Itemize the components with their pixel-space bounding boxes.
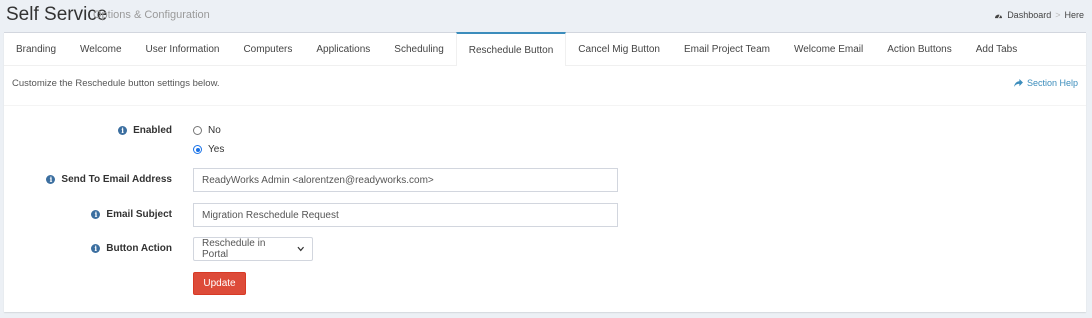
share-arrow-icon [1014, 79, 1023, 87]
chevron-down-icon [296, 246, 304, 252]
tab-branding[interactable]: Branding [4, 33, 68, 65]
update-button[interactable]: Update [193, 272, 246, 295]
info-icon: i [118, 126, 128, 135]
email-subject-input[interactable]: Migration Reschedule Request [193, 203, 618, 227]
section-help-label: Section Help [1026, 78, 1078, 88]
tab-welcome[interactable]: Welcome [68, 33, 134, 65]
info-icon: i [91, 244, 101, 253]
settings-panel: Branding Welcome User Information Comput… [4, 32, 1086, 312]
info-icon: i [46, 175, 56, 184]
breadcrumb: Dashboard > Here [994, 10, 1084, 20]
section-description: Customize the Reschedule button settings… [12, 78, 220, 89]
tab-user-information[interactable]: User Information [134, 33, 232, 65]
tab-welcome-email[interactable]: Welcome Email [782, 33, 875, 65]
send-to-label-row: i Send To Email Address [4, 174, 172, 185]
divider [4, 105, 1086, 106]
send-to-email-input[interactable]: ReadyWorks Admin <alorentzen@readyworks.… [193, 168, 618, 192]
page-header: Self Service Options & Configuration Das… [0, 0, 1092, 32]
tab-cancel-mig-button[interactable]: Cancel Mig Button [566, 33, 672, 65]
dashboard-icon [995, 13, 1003, 18]
breadcrumb-separator: > [1055, 10, 1061, 20]
button-action-label-row: i Button Action [4, 243, 172, 254]
tab-reschedule-button[interactable]: Reschedule Button [455, 32, 567, 66]
radio-yes-label: Yes [208, 144, 225, 155]
tab-bar: Branding Welcome User Information Comput… [4, 32, 1086, 66]
radio-no[interactable] [193, 126, 202, 135]
tab-scheduling[interactable]: Scheduling [382, 33, 455, 65]
radio-yes[interactable] [193, 145, 202, 154]
button-action-value: Reschedule in Portal [202, 238, 266, 260]
subject-label-row: i Email Subject [4, 209, 172, 220]
send-to-label: Send To Email Address [61, 174, 172, 185]
button-action-label: Button Action [106, 243, 172, 254]
enabled-option-no[interactable]: No [193, 125, 221, 136]
subject-label: Email Subject [106, 209, 172, 220]
enabled-label-row: i Enabled [4, 125, 172, 136]
button-action-select[interactable]: Reschedule in Portal [193, 237, 313, 261]
enabled-option-yes[interactable]: Yes [193, 144, 224, 155]
enabled-label: Enabled [133, 125, 172, 136]
breadcrumb-current: Here [1064, 10, 1084, 20]
tab-add-tabs[interactable]: Add Tabs [964, 33, 1030, 65]
tab-email-project-team[interactable]: Email Project Team [672, 33, 782, 65]
breadcrumb-dashboard-link[interactable]: Dashboard [1007, 10, 1051, 20]
page-subtitle: Options & Configuration [93, 9, 210, 21]
info-icon: i [91, 210, 101, 219]
tab-applications[interactable]: Applications [304, 33, 382, 65]
tab-action-buttons[interactable]: Action Buttons [875, 33, 963, 65]
tab-computers[interactable]: Computers [231, 33, 304, 65]
radio-no-label: No [208, 125, 221, 136]
section-help-link[interactable]: Section Help [1014, 78, 1078, 88]
